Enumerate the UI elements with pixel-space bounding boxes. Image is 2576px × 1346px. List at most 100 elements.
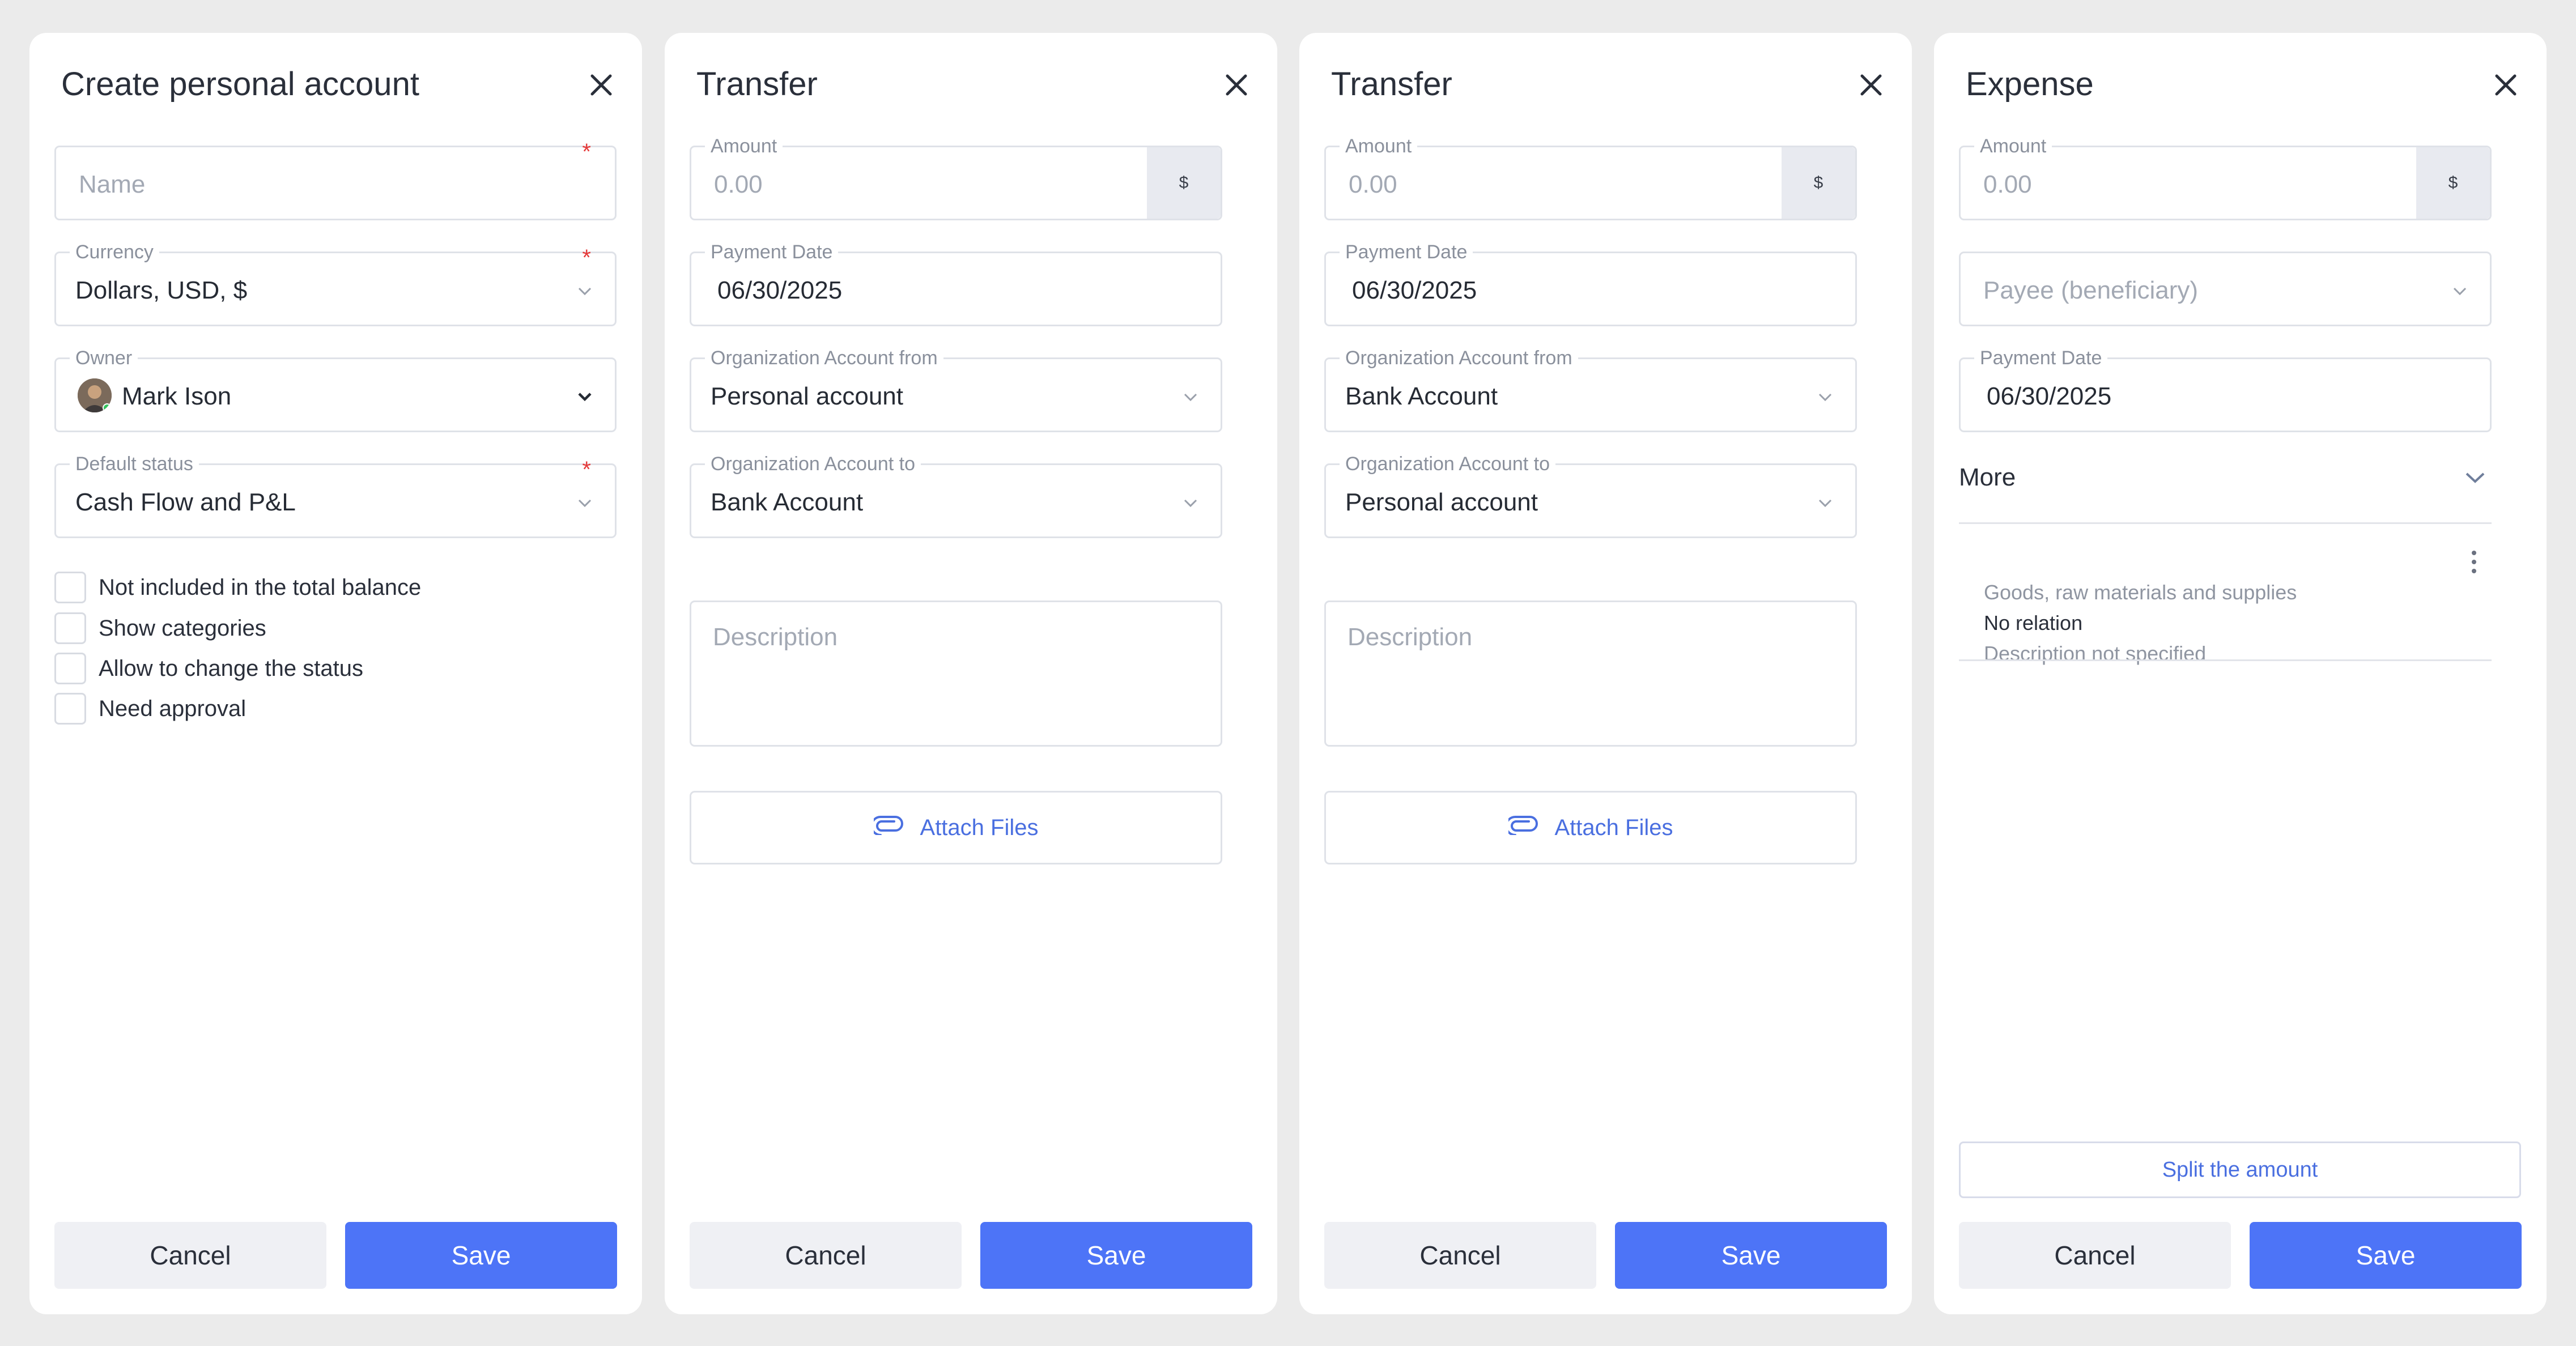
paperclip-icon <box>870 815 903 841</box>
payment-date-input[interactable]: Payment Date 06/30/2025 <box>690 240 1222 326</box>
payee-select[interactable]: Payee (beneficiary) <box>1959 252 2492 326</box>
attach-files-label: Attach Files <box>1554 815 1673 840</box>
chevron-down-icon <box>575 389 594 404</box>
checkbox-label: Need approval <box>99 696 246 721</box>
payment-date-label: Payment Date <box>1974 346 2108 370</box>
account-from-select[interactable]: Organization Account from Bank Account <box>1324 346 1857 432</box>
chevron-down-icon <box>2450 283 2469 299</box>
required-mark: * <box>582 245 591 270</box>
checkbox[interactable] <box>54 693 86 725</box>
cancel-button[interactable]: Cancel <box>1324 1222 1596 1289</box>
checkbox[interactable] <box>54 572 86 603</box>
save-button[interactable]: Save <box>1615 1222 1887 1289</box>
account-to-value: Bank Account <box>711 488 864 516</box>
account-to-label: Organization Account to <box>1340 451 1556 476</box>
account-to-select[interactable]: Organization Account to Bank Account <box>690 451 1222 538</box>
save-button[interactable]: Save <box>345 1222 617 1289</box>
chevron-down-icon <box>2462 469 2488 486</box>
checkbox[interactable] <box>54 612 86 644</box>
checkbox-allow-change-status[interactable]: Allow to change the status <box>54 653 363 684</box>
currency-addon: $ <box>1147 147 1221 219</box>
description-placeholder: Description <box>1347 623 1473 651</box>
account-from-select[interactable]: Organization Account from Personal accou… <box>690 346 1222 432</box>
default-status-value: Cash Flow and P&L <box>75 488 296 516</box>
name-input[interactable]: * Name <box>54 140 617 220</box>
cancel-button[interactable]: Cancel <box>690 1222 962 1289</box>
currency-value: Dollars, USD, $ <box>75 276 248 304</box>
split-amount-button[interactable]: Split the amount <box>1959 1141 2521 1198</box>
attach-files-button[interactable]: Attach Files <box>690 791 1222 864</box>
checkbox-need-approval[interactable]: Need approval <box>54 693 246 725</box>
payment-date-label: Payment Date <box>705 240 839 265</box>
description-placeholder: Description <box>713 623 838 651</box>
name-placeholder: Name <box>79 171 146 198</box>
chevron-down-icon <box>1181 389 1200 404</box>
account-to-select[interactable]: Organization Account to Personal account <box>1324 451 1857 538</box>
amount-placeholder: 0.00 <box>1983 171 2032 198</box>
close-icon[interactable] <box>1854 68 1888 102</box>
payment-date-input[interactable]: Payment Date 06/30/2025 <box>1959 346 2492 432</box>
chevron-down-icon <box>575 283 594 299</box>
amount-label: Amount <box>705 134 783 159</box>
amount-input[interactable]: Amount 0.00 $ <box>690 134 1222 220</box>
close-icon[interactable] <box>584 68 618 102</box>
payment-date-label: Payment Date <box>1340 240 1473 265</box>
amount-input[interactable]: Amount 0.00 $ <box>1959 134 2492 220</box>
amount-label: Amount <box>1974 134 2052 159</box>
save-button[interactable]: Save <box>980 1222 1252 1289</box>
default-status-select[interactable]: Default status * Cash Flow and P&L <box>54 451 617 538</box>
required-mark: * <box>582 457 591 482</box>
owner-value: Mark Ison <box>122 382 232 410</box>
transfer-dialog: Transfer Amount 0.00 $ Payment Date 06/3… <box>665 33 1277 1314</box>
cancel-button[interactable]: Cancel <box>1959 1222 2231 1289</box>
amount-placeholder: 0.00 <box>714 171 763 198</box>
account-from-value: Personal account <box>711 382 903 410</box>
amount-input[interactable]: Amount 0.00 $ <box>1324 134 1857 220</box>
close-icon[interactable] <box>2489 68 2523 102</box>
checkbox[interactable] <box>54 653 86 684</box>
required-mark: * <box>582 139 591 164</box>
dialog-title: Transfer <box>1331 66 1452 103</box>
split-description: Description not specified <box>1984 642 2207 665</box>
divider <box>1959 522 2492 524</box>
amount-placeholder: 0.00 <box>1349 171 1397 198</box>
split-relation: No relation <box>1984 611 2083 634</box>
split-category: Goods, raw materials and supplies <box>1984 581 2297 604</box>
chevron-down-icon <box>575 495 594 510</box>
payment-date-input[interactable]: Payment Date 06/30/2025 <box>1324 240 1857 326</box>
currency-select[interactable]: Currency * Dollars, USD, $ <box>54 240 617 326</box>
currency-addon: $ <box>2416 147 2490 219</box>
description-textarea[interactable]: Description <box>1324 600 1857 747</box>
owner-label: Owner <box>70 346 138 370</box>
dialog-title: Expense <box>1966 66 2094 103</box>
account-from-label: Organization Account from <box>1340 346 1578 370</box>
chevron-down-icon <box>1816 389 1835 404</box>
expense-dialog: Expense Amount 0.00 $ Payee (beneficiary… <box>1934 33 2547 1314</box>
account-from-value: Bank Account <box>1345 382 1498 410</box>
account-to-value: Personal account <box>1345 488 1538 516</box>
checkbox-not-included[interactable]: Not included in the total balance <box>54 572 421 603</box>
create-account-dialog: Create personal account * Name Currency … <box>29 33 642 1314</box>
attach-files-label: Attach Files <box>920 815 1039 840</box>
avatar <box>78 378 112 412</box>
close-icon[interactable] <box>1219 68 1253 102</box>
attach-files-button[interactable]: Attach Files <box>1324 791 1857 864</box>
more-label: More <box>1959 463 2016 491</box>
payee-placeholder: Payee (beneficiary) <box>1983 276 2199 304</box>
save-button[interactable]: Save <box>2250 1222 2522 1289</box>
checkbox-label: Allow to change the status <box>99 655 363 681</box>
currency-addon: $ <box>1782 147 1855 219</box>
description-textarea[interactable]: Description <box>690 600 1222 747</box>
transfer-dialog: Transfer Amount 0.00 $ Payment Date 06/3… <box>1299 33 1912 1314</box>
chevron-down-icon <box>1181 495 1200 510</box>
cancel-button[interactable]: Cancel <box>54 1222 326 1289</box>
more-toggle[interactable]: More <box>1959 453 2492 499</box>
chevron-down-icon <box>1816 495 1835 510</box>
checkbox-show-categories[interactable]: Show categories <box>54 612 266 644</box>
owner-select[interactable]: Owner Mark Ison <box>54 346 617 432</box>
default-status-label: Default status <box>70 451 199 476</box>
checkbox-label: Show categories <box>99 615 266 641</box>
more-options-icon[interactable] <box>2468 548 2480 576</box>
payment-date-value: 06/30/2025 <box>717 276 843 304</box>
currency-label: Currency <box>70 240 159 265</box>
